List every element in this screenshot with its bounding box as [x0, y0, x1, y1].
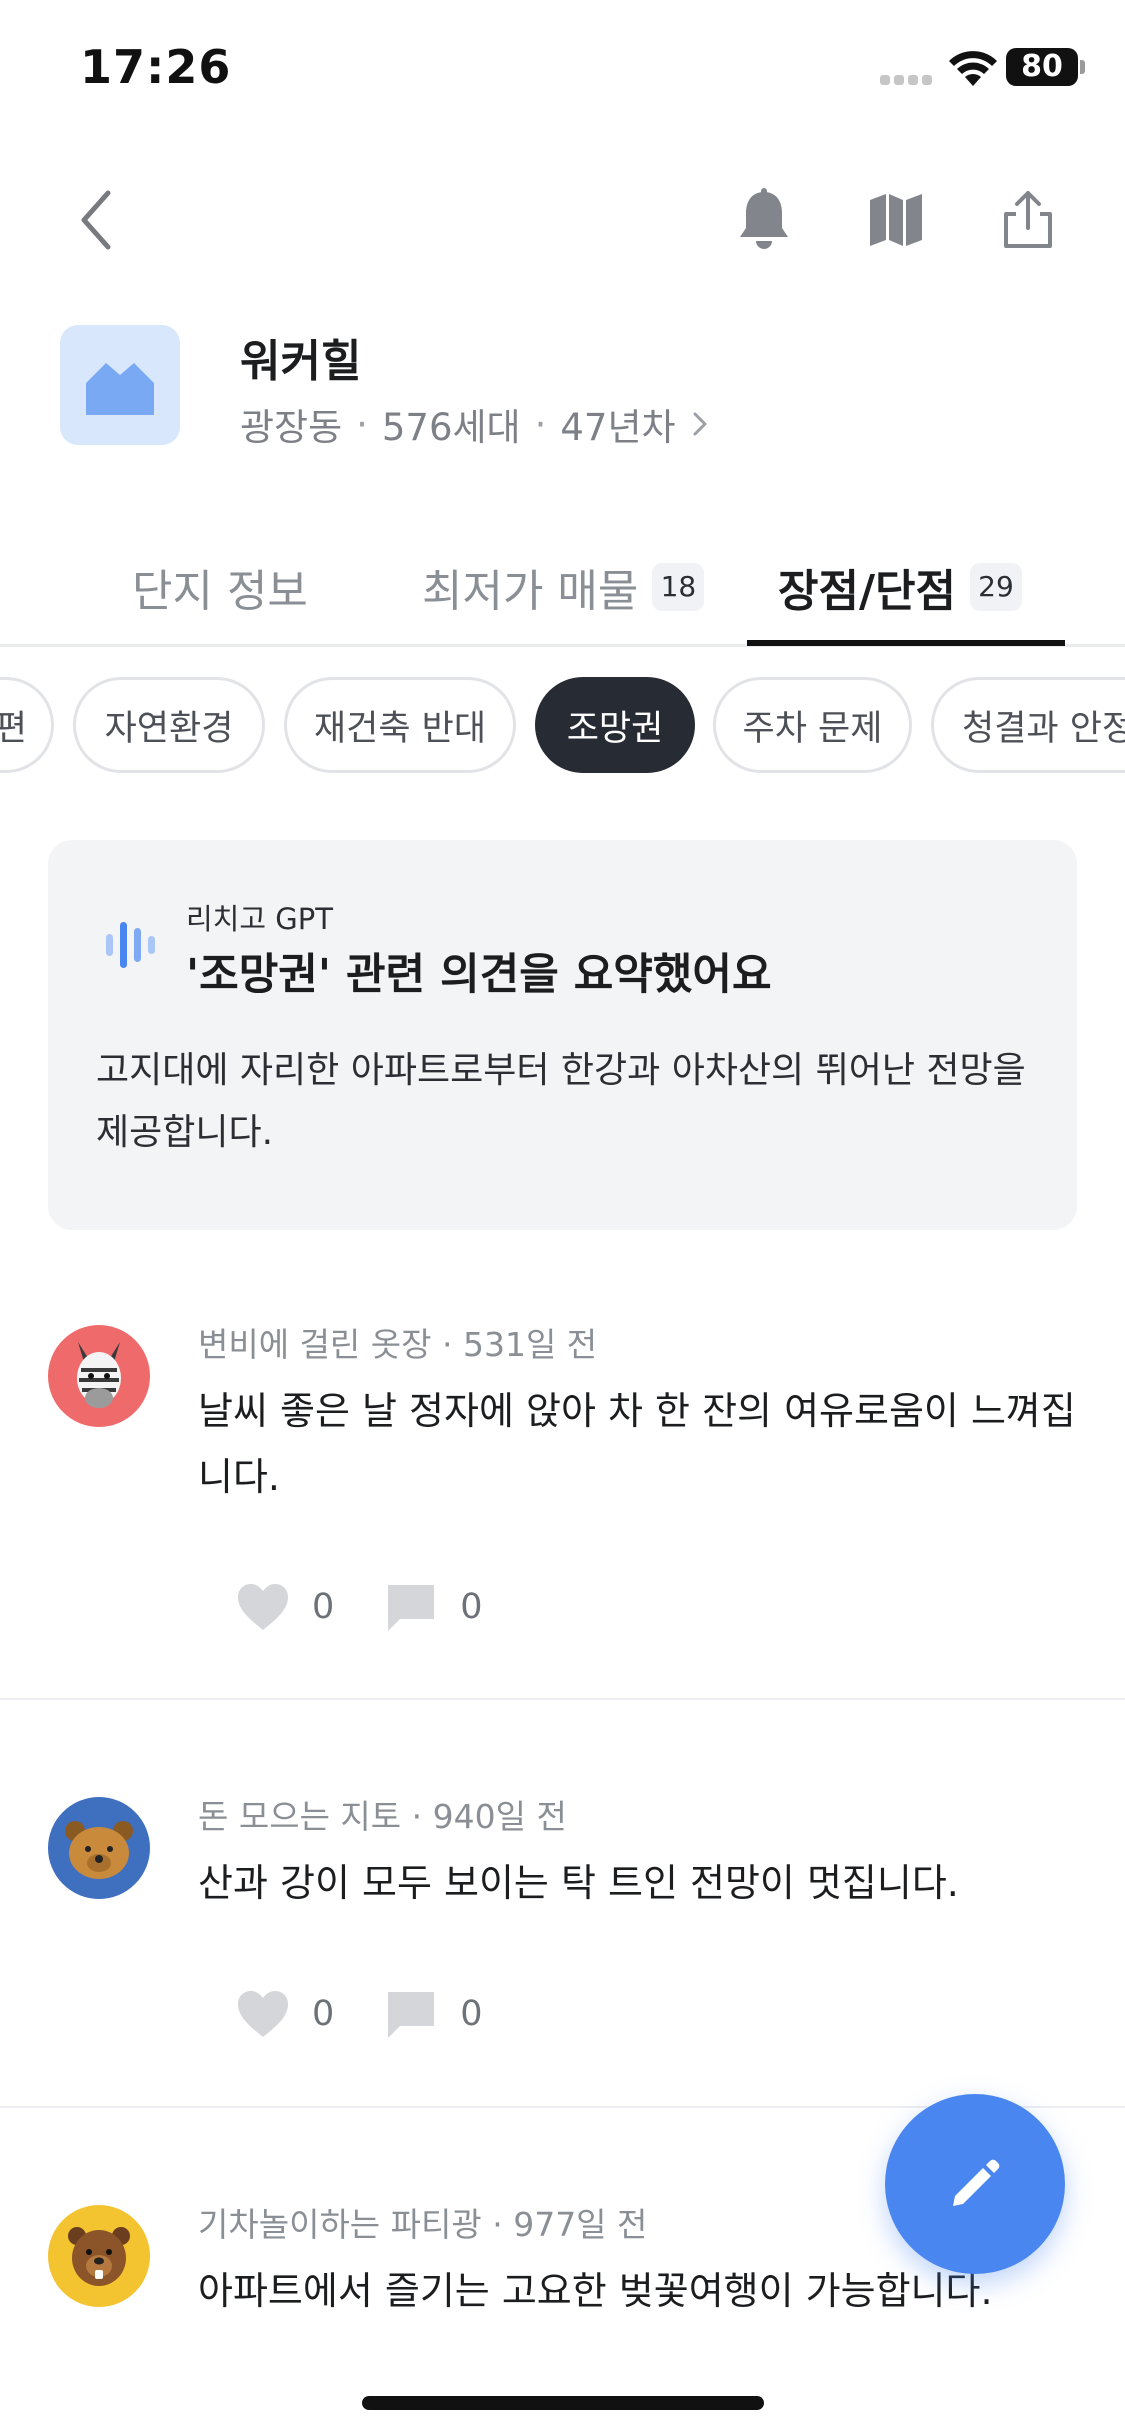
avatar	[48, 2205, 150, 2307]
filter-chip-row[interactable]: 편 자연환경 재건축 반대 조망권 주차 문제 청결과 안정	[0, 677, 1125, 773]
post-text: 날씨 좋은 날 정자에 앉아 차 한 잔의 여유로움이 느껴집니다.	[198, 1389, 1076, 1499]
heart-icon[interactable]	[236, 1582, 290, 1632]
share-button[interactable]	[990, 182, 1066, 258]
comment-icon[interactable]	[384, 1988, 438, 2040]
like-count: 0	[312, 1587, 335, 1627]
comment-count: 0	[460, 1994, 483, 2034]
chip-reconstruction-opposition[interactable]: 재건축 반대	[284, 677, 516, 773]
post-divider	[0, 1698, 1125, 1700]
meta-separator: ·	[534, 402, 547, 446]
nav-bar	[0, 170, 1125, 270]
tab-count-badge: 29	[970, 563, 1022, 611]
share-icon	[1004, 191, 1052, 248]
wifi-icon	[949, 51, 997, 86]
map-icon	[870, 194, 922, 246]
avatar	[48, 1325, 150, 1427]
zebra-icon	[77, 1342, 121, 1408]
battery-cap	[1080, 60, 1085, 74]
complex-header[interactable]: 워커힐 광장동 · 576세대 · 47년차	[60, 325, 1060, 449]
cellular-signal-icon	[880, 75, 934, 87]
map-button[interactable]	[858, 182, 934, 258]
avatar	[48, 1797, 150, 1899]
chevron-right-icon	[693, 412, 707, 436]
chip-partial[interactable]: 편	[0, 677, 54, 773]
chevron-left-icon	[81, 190, 111, 250]
battery-indicator: 80	[1006, 48, 1078, 86]
chip-parking-issue[interactable]: 주차 문제	[713, 677, 912, 773]
beaver-icon	[68, 2227, 130, 2286]
complex-thumbnail	[60, 325, 180, 445]
tab-bar: 단지 정보 최저가 매물 18 장점/단점 29	[0, 530, 1125, 647]
review-post: 변비에 걸린 옷장 · 531일 전 날씨 좋은 날 정자에 앉아 차 한 잔의…	[0, 1280, 1125, 1700]
complex-name: 워커힐	[240, 336, 362, 387]
heart-icon[interactable]	[236, 1989, 290, 2039]
bear-icon	[65, 1821, 133, 1879]
post-actions: 0 0	[236, 1577, 533, 1637]
review-post: 돈 모으는 지토 · 940일 전 산과 강이 모두 보이는 탁 트인 전망이 …	[0, 1752, 1125, 2102]
post-meta: 기차놀이하는 파티광 · 977일 전	[198, 2205, 648, 2244]
tab-lowest-price-listings[interactable]: 최저가 매물 18	[422, 530, 705, 644]
post-meta: 변비에 걸린 옷장 · 531일 전	[198, 1325, 598, 1364]
post-actions: 0 0	[236, 1984, 533, 2044]
district-text: 광장동	[240, 406, 343, 449]
status-bar: 17:26 80	[0, 0, 1125, 140]
tab-count-badge: 18	[652, 563, 705, 611]
notification-button[interactable]	[726, 182, 802, 258]
tab-complex-info[interactable]: 단지 정보	[132, 530, 308, 644]
pencil-icon	[953, 2159, 1000, 2206]
age-text: 47년차	[560, 406, 676, 449]
chip-cleanliness-safety[interactable]: 청결과 안정	[931, 677, 1125, 773]
back-button[interactable]	[58, 182, 134, 258]
active-tab-indicator	[747, 640, 1065, 646]
summary-title: '조망권' 관련 의견을 요약했어요	[186, 950, 772, 1000]
tab-label: 단지 정보	[132, 566, 308, 617]
house-icon	[86, 363, 154, 415]
summary-source-label: 리치고 GPT	[186, 902, 333, 936]
complex-meta: 광장동 · 576세대 · 47년차	[240, 397, 710, 451]
status-time: 17:26	[80, 40, 232, 94]
like-count: 0	[312, 1994, 335, 2034]
chip-natural-environment[interactable]: 자연환경	[73, 677, 265, 773]
tab-label: 장점/단점	[778, 566, 956, 617]
bell-icon	[740, 188, 788, 249]
households-text: 576세대	[381, 406, 521, 449]
tab-pros-cons[interactable]: 장점/단점 29	[778, 530, 1022, 644]
chip-view[interactable]: 조망권	[535, 677, 695, 773]
comment-icon[interactable]	[384, 1581, 438, 1633]
gpt-summary-card: 리치고 GPT '조망권' 관련 의견을 요약했어요 고지대에 자리한 아파트로…	[48, 840, 1077, 1230]
post-text: 산과 강이 모두 보이는 탁 트인 전망이 멋집니다.	[198, 1861, 959, 1905]
summary-body: 고지대에 자리한 아파트로부터 한강과 아차산의 뛰어난 전망을 제공합니다.	[96, 1050, 1026, 1153]
tab-label: 최저가 매물	[422, 566, 639, 617]
audio-wave-icon	[106, 922, 155, 968]
post-meta: 돈 모으는 지토 · 940일 전	[198, 1797, 567, 1836]
home-indicator	[362, 2396, 764, 2410]
write-review-button[interactable]	[885, 2094, 1065, 2274]
comment-count: 0	[460, 1587, 483, 1627]
meta-separator: ·	[356, 402, 368, 446]
